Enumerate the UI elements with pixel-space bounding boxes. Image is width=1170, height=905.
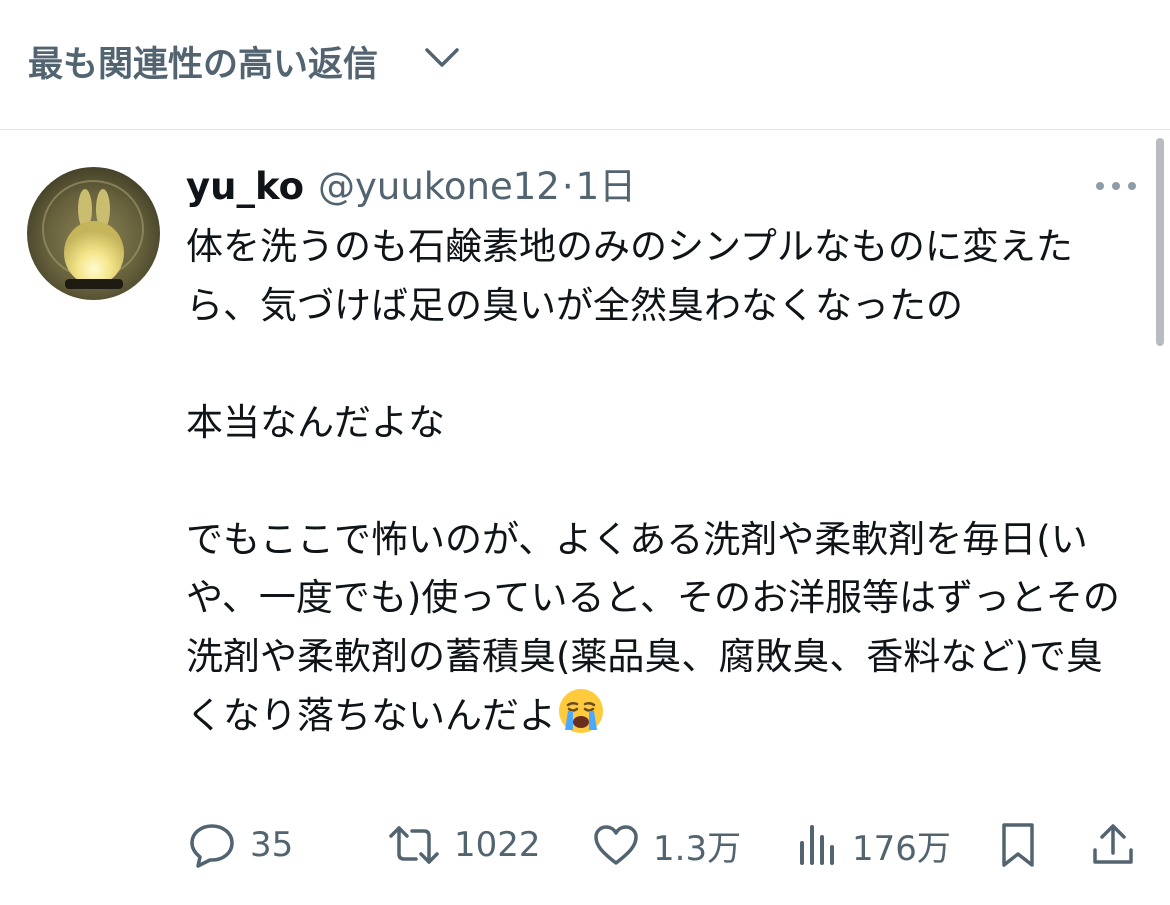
like-button[interactable]: 1.3万 (593, 820, 741, 870)
sort-header: 最も関連性の高い返信 (0, 0, 1170, 130)
tweet-author-line: yu_ko @yuukone12·1日 (186, 162, 636, 212)
share-button[interactable] (1090, 820, 1136, 870)
views-icon (800, 825, 834, 865)
retweet-button[interactable]: 1022 (388, 820, 541, 870)
tweet-text: 体を洗うのも石鹸素地のみのシンプルなものに変えたら、気づけば足の臭いが全然臭わな… (186, 225, 1120, 737)
views-count: 176万 (852, 828, 951, 869)
retweet-count: 1022 (454, 825, 541, 865)
bookmark-button[interactable] (998, 820, 1038, 870)
share-icon (1093, 824, 1133, 864)
bookmark-icon (1002, 823, 1034, 867)
reply-count: 35 (250, 825, 294, 865)
avatar[interactable] (27, 167, 160, 300)
sort-label: 最も関連性の高い返信 (28, 45, 379, 85)
tweet-body: 体を洗うのも石鹸素地のみのシンプルなものに変えたら、気づけば足の臭いが全然臭わな… (186, 218, 1136, 746)
tweet-timestamp[interactable]: 1日 (576, 165, 637, 208)
scrollbar[interactable] (1156, 138, 1164, 346)
separator-dot: · (561, 165, 574, 208)
views-button[interactable]: 176万 (798, 820, 951, 870)
like-count: 1.3万 (653, 828, 742, 869)
author-handle[interactable]: @yuukone12 (318, 165, 560, 208)
more-icon[interactable] (1094, 177, 1138, 195)
heart-icon (594, 825, 638, 865)
author-display-name[interactable]: yu_ko (186, 165, 304, 208)
retweet-icon (389, 826, 439, 864)
reply-icon (190, 824, 234, 868)
chevron-down-icon (425, 48, 459, 67)
reply-button[interactable]: 35 (188, 820, 293, 870)
crying-face-emoji (559, 689, 603, 733)
